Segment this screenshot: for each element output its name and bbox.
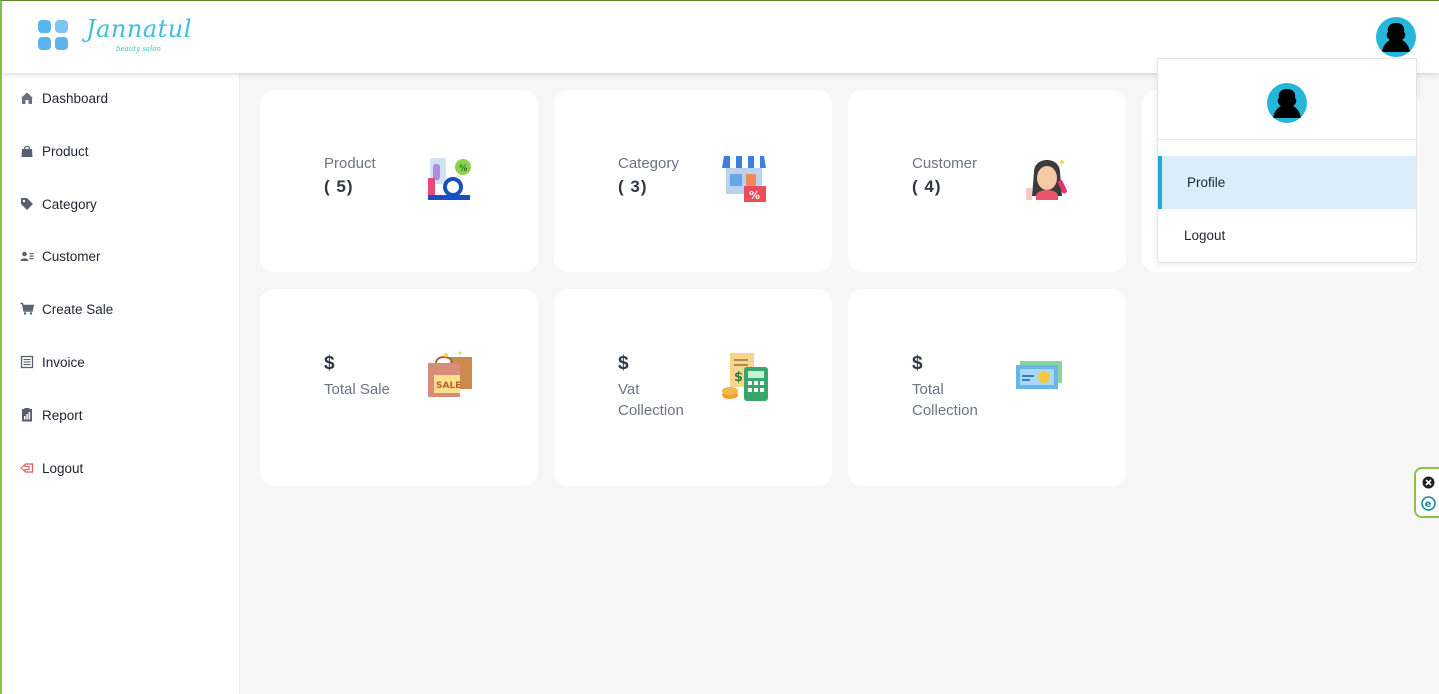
sidebar-item-category[interactable]: Category — [20, 192, 97, 216]
sidebar-item-label: Invoice — [42, 354, 85, 370]
ticket-icon — [1014, 351, 1066, 403]
customer-card[interactable]: Customer ( 4) — [848, 90, 1126, 272]
store-icon: % — [720, 152, 772, 204]
svg-text:%: % — [749, 189, 760, 202]
currency-symbol: $ — [324, 353, 335, 374]
bag-icon — [20, 144, 34, 158]
sidebar-item-report[interactable]: Report — [20, 403, 83, 427]
card-count: ( 4) — [912, 177, 942, 196]
category-card[interactable]: Category ( 3) % — [554, 90, 832, 272]
dropdown-item-profile[interactable]: Profile — [1158, 156, 1416, 209]
brand-tagline: beauty salon — [116, 45, 162, 53]
sidebar-item-dashboard[interactable]: Dashboard — [20, 86, 108, 110]
shopping-bags-icon: SALE — [424, 351, 476, 403]
sidebar-item-label: Create Sale — [42, 301, 114, 317]
svg-text:e: e — [1425, 499, 1432, 510]
card-title-line1: Vat — [618, 381, 640, 398]
sidebar-item-label: Dashboard — [42, 90, 109, 106]
sidebar-item-invoice[interactable]: Invoice — [20, 350, 85, 374]
card-title-line2: Collection — [912, 402, 978, 419]
user-avatar[interactable] — [1376, 17, 1416, 57]
card-title: Product — [324, 155, 376, 172]
vat-collection-card[interactable]: $ Vat Collection $ — [554, 289, 832, 486]
sidebar-item-label: Category — [42, 196, 97, 212]
brand-logo[interactable]: Jannatul beauty salon — [86, 15, 206, 57]
card-title: Category — [618, 155, 679, 172]
dropdown-item-logout[interactable]: Logout — [1158, 209, 1416, 262]
floating-widget[interactable]: e — [1414, 467, 1439, 518]
sidebar-item-label: Product — [42, 143, 89, 159]
card-title: Total Sale — [324, 381, 390, 398]
sidebar-item-product[interactable]: Product — [20, 139, 89, 163]
sidebar-item-logout[interactable]: Logout — [20, 456, 83, 480]
card-title-line2: Collection — [618, 402, 684, 419]
dropdown-avatar — [1267, 83, 1307, 123]
sidebar-item-customer[interactable]: Customer — [20, 244, 101, 268]
total-sale-card[interactable]: $ Total Sale SALE — [260, 289, 538, 486]
extension-e-icon[interactable]: e — [1421, 496, 1436, 511]
sidebar-item-create-sale[interactable]: Create Sale — [20, 297, 113, 321]
sidebar-item-label: Report — [42, 407, 83, 423]
card-title-line1: Total — [912, 381, 944, 398]
home-icon — [20, 91, 34, 105]
invoice-icon — [20, 355, 34, 369]
card-title: Customer — [912, 155, 978, 172]
logout-icon — [20, 461, 34, 475]
woman-makeup-icon — [1024, 152, 1076, 204]
profile-dropdown: Profile Logout — [1157, 58, 1417, 263]
calculator-icon: $ — [720, 351, 772, 403]
currency-symbol: $ — [618, 353, 629, 374]
users-icon — [20, 249, 34, 263]
currency-symbol: $ — [912, 353, 923, 374]
sidebar-item-label: Customer — [42, 248, 101, 264]
close-circle-icon[interactable] — [1422, 476, 1435, 489]
dropdown-divider — [1158, 139, 1416, 140]
sidebar-item-label: Logout — [42, 460, 84, 476]
sidebar: Dashboard Product Category Customer Crea… — [2, 73, 240, 694]
card-count: ( 3) — [618, 177, 648, 196]
svg-text:$: $ — [734, 370, 743, 385]
cosmetics-icon: % — [424, 154, 476, 206]
product-card[interactable]: Product ( 5) % — [260, 90, 538, 272]
svg-text:%: % — [459, 164, 468, 174]
report-icon — [20, 408, 34, 422]
svg-text:SALE: SALE — [436, 381, 461, 391]
tag-icon — [20, 197, 34, 211]
brand-name: Jannatul — [86, 15, 192, 43]
card-count: ( 5) — [324, 177, 354, 196]
cart-icon — [20, 302, 34, 316]
total-collection-card[interactable]: $ Total Collection — [848, 289, 1126, 486]
app-grid-icon[interactable] — [38, 20, 68, 50]
